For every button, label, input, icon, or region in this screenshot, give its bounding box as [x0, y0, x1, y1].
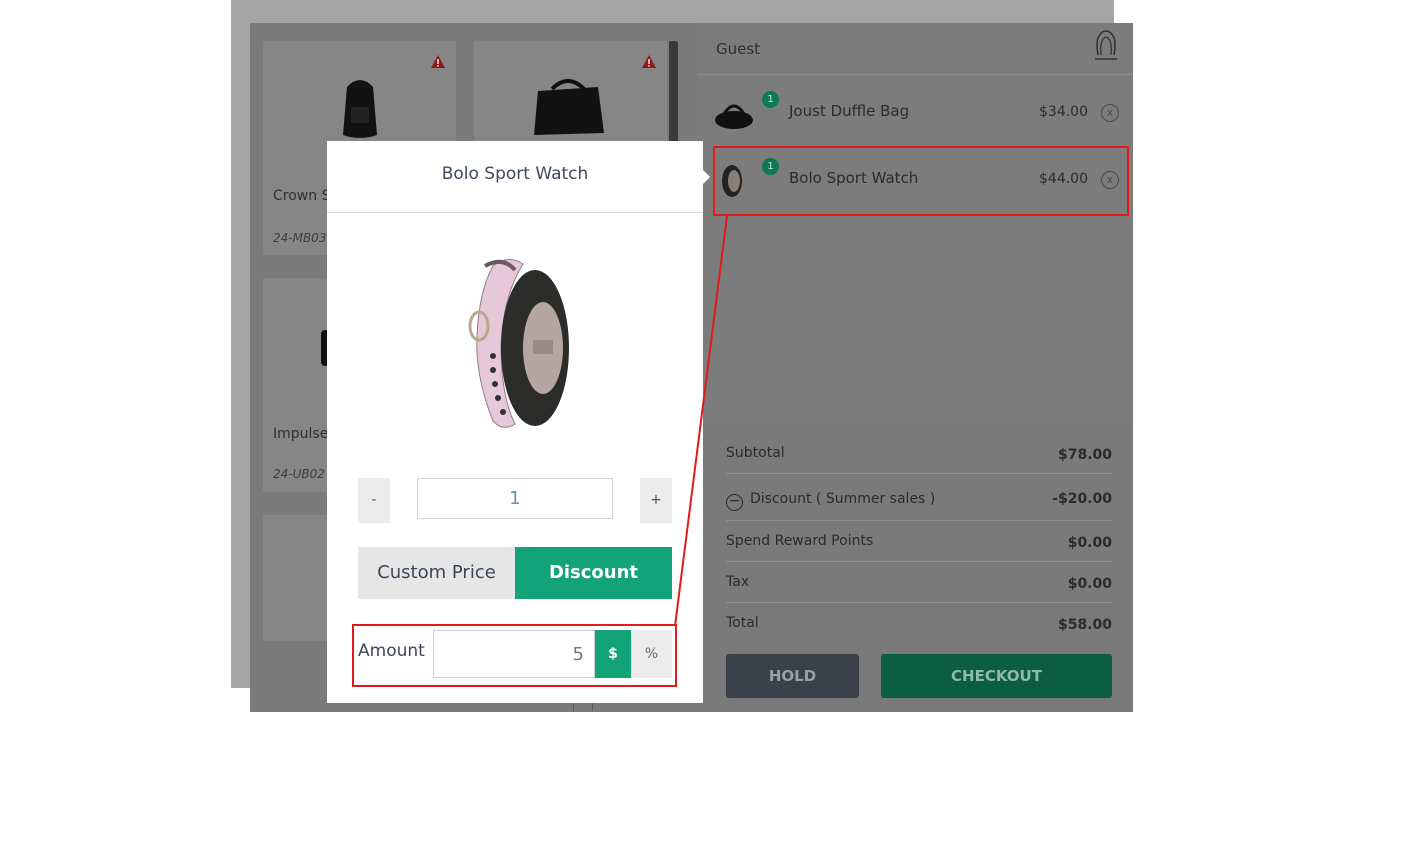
item-edit-popup: Bolo Sport Watch - 1 + Custom Price Disc…	[327, 141, 703, 703]
tax-value: $0.00	[1067, 576, 1112, 592]
popup-pointer	[703, 170, 710, 184]
total-label: Total	[726, 615, 759, 631]
product-name: Impulse	[273, 426, 329, 442]
duffle-bag-image	[715, 104, 753, 129]
watch-product-image	[468, 259, 569, 428]
highlight-cart-item	[713, 146, 1129, 216]
quantity-increment-button[interactable]: +	[640, 478, 672, 523]
checkout-button[interactable]: CHECKOUT	[881, 654, 1112, 698]
reward-points-label: Spend Reward Points	[726, 533, 874, 549]
cart-item-name: Joust Duffle Bag	[789, 102, 910, 120]
divider	[327, 212, 703, 213]
product-grid-scrollbar[interactable]	[669, 41, 678, 151]
customer-name[interactable]: Guest	[716, 40, 760, 58]
reward-points-value: $0.00	[1067, 535, 1112, 551]
popup-title: Bolo Sport Watch	[441, 164, 589, 184]
total-value: $58.00	[1057, 617, 1112, 633]
quantity-badge: 1	[762, 91, 779, 108]
discount-row: − Discount ( Summer sales ) -$20.00	[726, 477, 1112, 521]
order-summary: Subtotal $78.00 − Discount ( Summer sales…	[698, 425, 1133, 712]
remove-discount-icon[interactable]: −	[726, 494, 743, 511]
tax-row: Tax $0.00	[726, 562, 1112, 603]
warning-icon	[642, 55, 656, 68]
cart-item-price: $34.00	[1039, 104, 1088, 120]
tab-custom-price[interactable]: Custom Price	[358, 547, 515, 599]
product-sku: 24-UB02	[273, 467, 325, 481]
tax-label: Tax	[726, 574, 750, 590]
warning-icon	[431, 55, 445, 68]
quantity-decrement-button[interactable]: -	[358, 478, 390, 523]
subtotal-label: Subtotal	[726, 445, 785, 461]
remove-item-icon[interactable]: x	[1101, 104, 1119, 122]
tab-discount[interactable]: Discount	[515, 547, 672, 599]
cart-header: Guest	[698, 23, 1133, 75]
discount-label: Discount ( Summer sales )	[750, 491, 936, 507]
product-sku: 24-MB03	[273, 231, 327, 245]
messenger-bag-image	[534, 79, 604, 135]
product-name: Crown S	[273, 188, 331, 204]
highlight-amount-row	[352, 624, 677, 687]
cart-item[interactable]: 1 Joust Duffle Bag $34.00 x	[698, 82, 1133, 144]
quantity-input[interactable]: 1	[417, 478, 613, 519]
hold-button[interactable]: HOLD	[726, 654, 859, 698]
discount-value: -$20.00	[1052, 491, 1112, 507]
cart-panel: Guest 1 Joust Duffle Bag $34.00 x 1 Bolo…	[698, 23, 1133, 712]
subtotal-value: $78.00	[1057, 447, 1112, 463]
reward-points-row[interactable]: Spend Reward Points $0.00	[726, 521, 1112, 562]
user-icon[interactable]	[1093, 29, 1119, 61]
subtotal-row: Subtotal $78.00	[726, 433, 1112, 474]
total-row: Total $58.00	[726, 603, 1112, 644]
backpack-image	[343, 80, 377, 138]
